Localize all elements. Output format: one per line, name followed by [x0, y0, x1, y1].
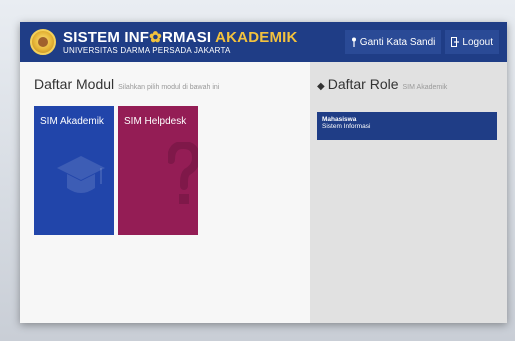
logout-icon: [451, 37, 460, 47]
module-label: SIM Akademik: [40, 116, 104, 127]
graduation-cap-icon: ◆: [317, 81, 325, 92]
module-panel: Daftar Modul Silahkan pilih modul di baw…: [20, 62, 310, 323]
brand: SISTEM INF✿RMASI AKADEMIK UNIVERSITAS DA…: [63, 30, 298, 55]
graduation-cap-icon: [57, 156, 105, 193]
key-icon: [351, 37, 356, 47]
logout-button[interactable]: Logout: [445, 30, 499, 54]
change-password-button[interactable]: Ganti Kata Sandi: [344, 30, 442, 54]
app-window: SISTEM INF✿RMASI AKADEMIK UNIVERSITAS DA…: [20, 22, 507, 323]
role-program: Sistem Informasi: [322, 122, 371, 130]
role-item-mahasiswa[interactable]: Mahasiswa Sistem Informasi: [317, 112, 497, 140]
gear-o-icon: ✿: [149, 28, 162, 46]
app-title: SISTEM INF✿RMASI AKADEMIK: [63, 28, 298, 46]
module-list-subtitle: Silahkan pilih modul di bawah ini: [118, 84, 220, 91]
role-panel: ◆ Daftar Role SIM Akademik Mahasiswa Sis…: [310, 62, 507, 323]
top-navbar: SISTEM INF✿RMASI AKADEMIK UNIVERSITAS DA…: [20, 22, 507, 62]
university-name: UNIVERSITAS DARMA PERSADA JAKARTA: [63, 45, 231, 55]
module-list-title: Daftar Modul: [34, 76, 115, 92]
module-label: SIM Helpdesk: [124, 116, 187, 127]
role-list-title: Daftar Role: [327, 76, 399, 92]
question-mark-icon: [168, 142, 198, 204]
role-list-subtitle: SIM Akademik: [402, 84, 448, 91]
module-card-sim-helpdesk[interactable]: SIM Helpdesk: [118, 106, 198, 235]
module-card-sim-akademik[interactable]: SIM Akademik: [34, 106, 114, 235]
university-logo: [30, 29, 56, 55]
